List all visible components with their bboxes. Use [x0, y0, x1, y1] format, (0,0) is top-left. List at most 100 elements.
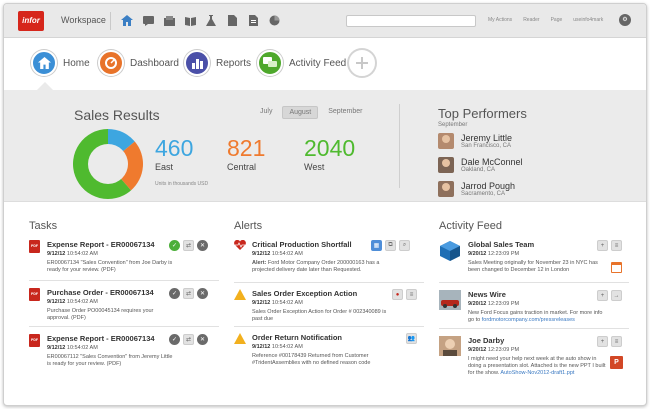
alert-title: Critical Production Shortfall	[252, 240, 352, 249]
search-input[interactable]	[346, 15, 476, 27]
activity-feed-panel: Activity Feed Global Sales Team 9/20/12 …	[439, 202, 629, 405]
alert-description: Sales Order Exception Action for Order #…	[252, 309, 387, 322]
performer-name: Dale McConnel	[461, 157, 523, 167]
nav-home-label: Home	[63, 57, 90, 69]
feed-attachment-link[interactable]: AutoShow-Nov2012-draft1.ppt	[500, 370, 574, 376]
powerpoint-icon[interactable]: P	[610, 356, 623, 369]
performer-item[interactable]: Jarrod Pough Sacramento, CA	[438, 181, 515, 197]
feed-description: New Ford Focus gains traction in market.…	[468, 310, 603, 323]
task-description: ER00067134 "Sales Convention" from Joe D…	[47, 260, 173, 273]
users-icon[interactable]: 👥	[406, 333, 417, 344]
search-icon[interactable]: ⌕	[399, 240, 410, 251]
sales-results-panel: Sales Results July August September 460 …	[4, 90, 646, 202]
calendar-icon[interactable]	[611, 262, 622, 273]
divider	[234, 326, 424, 327]
list-icon[interactable]: ≡	[406, 289, 417, 300]
reassign-icon[interactable]: ⇄	[183, 334, 194, 345]
report-icon[interactable]	[246, 14, 260, 27]
user-menu-icon[interactable]: ⚙	[619, 14, 631, 26]
alert-description: Reference #00178439 Returned from Custom…	[252, 353, 371, 366]
avatar	[439, 336, 461, 356]
performer-item[interactable]: Dale McConnel Oakland, CA	[438, 157, 523, 173]
nav-activity-feed[interactable]: Activity Feed	[257, 50, 346, 76]
performer-location: Oakland, CA	[461, 167, 496, 173]
header-link[interactable]: Reader	[523, 17, 539, 23]
main-nav: Home Dashboard Reports Activity Feed	[4, 39, 646, 90]
pie-chart-icon[interactable]	[267, 14, 281, 27]
list-icon[interactable]: ≡	[611, 336, 622, 347]
reassign-icon[interactable]: ⇄	[183, 240, 194, 251]
divider	[234, 282, 424, 283]
add-icon[interactable]: +	[597, 240, 608, 251]
feed-title: Joe Darby	[468, 336, 505, 345]
task-description: Purchase Order PO00045134 requires your …	[47, 308, 154, 321]
infor-logo[interactable]: infor	[18, 11, 44, 31]
divider	[439, 282, 629, 283]
feed-actions: + ≡	[597, 240, 622, 251]
plus-icon	[349, 50, 375, 76]
feed-actions: + →	[597, 290, 622, 301]
tasks-title: Tasks	[29, 220, 58, 232]
approve-icon[interactable]: ✓	[169, 288, 180, 299]
add-icon[interactable]: +	[597, 290, 608, 301]
home-icon	[31, 50, 57, 76]
metric-west-label: West	[304, 162, 325, 172]
nav-home[interactable]: Home	[31, 50, 90, 76]
feed-description: I might need your help next week at the …	[468, 356, 606, 376]
record-icon[interactable]: ●	[392, 289, 403, 300]
home-icon[interactable]	[120, 14, 134, 27]
inbox-icon[interactable]	[162, 14, 176, 27]
month-option-selected[interactable]: August	[282, 106, 319, 119]
tasks-panel: Tasks PDF Expense Report - ER00067134 9/…	[29, 202, 219, 405]
feed-link[interactable]: fordmotorcompany.com/pressreleases	[482, 317, 575, 323]
flask-icon[interactable]	[204, 14, 218, 27]
alert-timestamp: 9/12/12 10:54:02 AM	[252, 251, 303, 257]
active-tab-pointer	[37, 82, 53, 90]
header-link[interactable]: My Actions	[488, 17, 512, 23]
reject-icon[interactable]: ✕	[197, 288, 208, 299]
metric-west: 2040 West	[304, 136, 355, 172]
metric-west-value: 2040	[304, 135, 356, 161]
document-icon[interactable]	[225, 14, 239, 27]
alert-title: Order Return Notification	[252, 333, 343, 342]
dashboard-icon	[98, 50, 124, 76]
reassign-icon[interactable]: ⇄	[183, 288, 194, 299]
alert-actions: ▦ ⧉ ⌕	[371, 240, 410, 251]
pdf-icon: PDF	[29, 334, 40, 347]
copy-icon[interactable]: ⧉	[385, 240, 396, 251]
month-option[interactable]: September	[322, 106, 368, 119]
nav-dashboard[interactable]: Dashboard	[98, 50, 179, 76]
task-title: Purchase Order - ER00067134	[47, 288, 154, 297]
nav-activity-feed-label: Activity Feed	[289, 57, 347, 69]
alert-description: Alert: Ford Motor Company Order 20000016…	[252, 260, 380, 273]
header-link[interactable]: useinfo4mark	[573, 17, 603, 23]
alert-title: Sales Order Exception Action	[252, 289, 358, 298]
month-option[interactable]: July	[254, 106, 278, 119]
top-performers-title: Top Performers	[438, 106, 527, 121]
feed-timestamp: 9/20/12 12:23:09 PM	[468, 301, 520, 307]
nav-reports[interactable]: Reports	[184, 50, 251, 76]
performer-name: Jarrod Pough	[461, 181, 516, 191]
header-link[interactable]: Page	[551, 17, 563, 23]
performer-location: Sacramento, CA	[461, 191, 506, 197]
sales-donut-chart	[72, 129, 143, 199]
heartbeat-icon	[234, 239, 246, 251]
feed-title: Global Sales Team	[468, 240, 535, 249]
performer-item[interactable]: Jeremy Little San Francisco, CA	[438, 133, 512, 149]
add-tab-button[interactable]	[349, 50, 375, 76]
approve-icon[interactable]: ✓	[169, 240, 180, 251]
workspace-label[interactable]: Workspace	[61, 15, 106, 25]
reject-icon[interactable]: ✕	[197, 334, 208, 345]
speech-bubbles-icon	[257, 50, 283, 76]
book-icon[interactable]	[183, 14, 197, 27]
chat-icon[interactable]	[141, 14, 155, 27]
approve-icon[interactable]: ✓	[169, 334, 180, 345]
activity-feed-title: Activity Feed	[439, 220, 502, 232]
share-icon[interactable]: →	[611, 290, 622, 301]
add-icon[interactable]: +	[597, 336, 608, 347]
task-title: Expense Report - ER00067134	[47, 334, 155, 343]
list-icon[interactable]: ≡	[611, 240, 622, 251]
metric-east-value: 460	[155, 135, 194, 161]
reject-icon[interactable]: ✕	[197, 240, 208, 251]
grid-icon[interactable]: ▦	[371, 240, 382, 251]
